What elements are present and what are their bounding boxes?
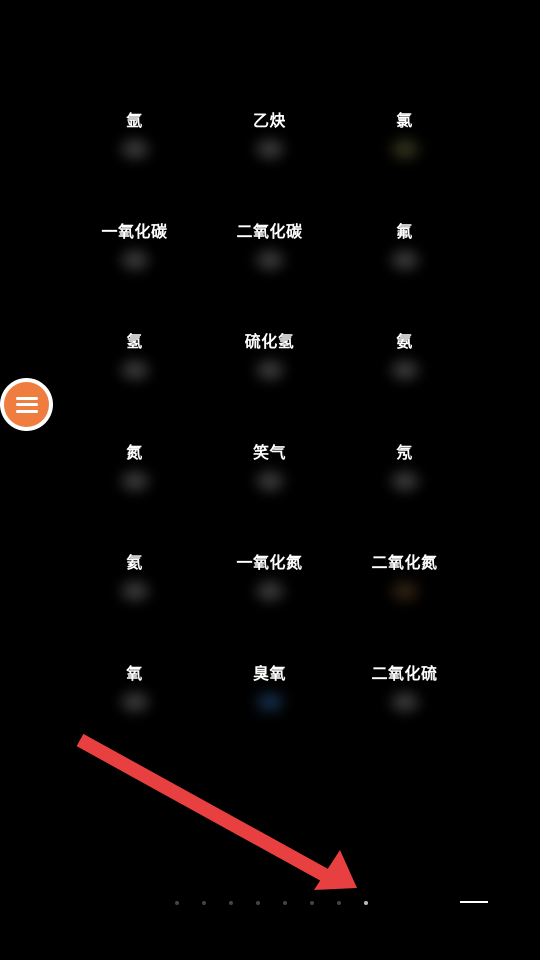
gas-item[interactable]: 乙炔: [202, 108, 337, 172]
gas-cloud-icon: [250, 576, 289, 606]
gas-cloud-icon: [250, 465, 289, 496]
gas-item[interactable]: 臭氧: [202, 661, 337, 725]
gas-label: 氮: [126, 442, 143, 462]
gas-item[interactable]: 笑气: [202, 440, 337, 504]
gas-cloud-icon: [385, 686, 424, 717]
gas-cloud-icon: [115, 465, 154, 496]
gas-item[interactable]: 氩: [67, 108, 202, 172]
page-dot[interactable]: [364, 900, 391, 906]
gas-item[interactable]: 二氧化氮: [337, 550, 472, 614]
gas-item[interactable]: 氦: [67, 550, 202, 614]
gas-label: 氨: [396, 332, 413, 351]
hamburger-menu-icon: [15, 396, 38, 413]
page-dot[interactable]: [175, 900, 202, 906]
page-indicator: [175, 900, 391, 906]
gas-item[interactable]: 氯: [337, 108, 472, 172]
gas-label: 笑气: [252, 442, 286, 462]
gas-item[interactable]: 氮: [67, 440, 202, 504]
gas-item[interactable]: 二氧化硫: [337, 661, 472, 725]
gas-item[interactable]: 一氧化氮: [202, 550, 337, 614]
gas-cloud-icon: [385, 134, 424, 164]
gas-label: 硫化氢: [244, 332, 295, 351]
gas-item[interactable]: 氢: [67, 329, 202, 393]
gas-label: 氖: [396, 442, 413, 462]
gas-cloud-icon: [115, 686, 154, 717]
gas-cloud-icon: [250, 686, 289, 717]
gas-label: 乙炔: [252, 111, 286, 130]
gas-cloud-icon: [385, 576, 424, 606]
page-dot[interactable]: [229, 900, 256, 906]
gas-label: 一氧化氮: [236, 553, 303, 572]
page-dot[interactable]: [256, 900, 283, 906]
gas-item[interactable]: 氧: [67, 661, 202, 725]
gas-label: 二氧化碳: [236, 221, 303, 241]
page-dot[interactable]: [310, 900, 337, 906]
gas-cloud-icon: [250, 355, 289, 385]
gas-cloud-icon: [385, 355, 424, 385]
gas-cloud-icon: [115, 355, 154, 385]
gas-item[interactable]: 氟: [337, 219, 472, 283]
gas-label: 臭氧: [252, 663, 286, 683]
gas-label: 氧: [126, 663, 143, 683]
gas-cloud-icon: [115, 134, 154, 164]
gas-item[interactable]: 二氧化碳: [202, 219, 337, 283]
page-dot[interactable]: [337, 900, 364, 906]
gas-label: 氩: [126, 111, 143, 130]
gas-label: 氢: [126, 332, 143, 351]
gas-item[interactable]: 氖: [337, 440, 472, 504]
gas-item[interactable]: 硫化氢: [202, 329, 337, 393]
gas-label: 氯: [396, 111, 413, 130]
gas-item[interactable]: 氨: [337, 329, 472, 393]
gas-cloud-icon: [385, 465, 424, 496]
menu-button-inner: [4, 382, 49, 427]
gas-cloud-icon: [115, 244, 154, 275]
gas-label: 氦: [126, 553, 143, 572]
gas-label: 氟: [396, 221, 413, 241]
gas-cloud-icon: [250, 244, 289, 275]
page-dot[interactable]: [202, 900, 229, 906]
page-dot[interactable]: [283, 900, 310, 906]
menu-button[interactable]: [0, 378, 53, 431]
gas-cloud-icon: [250, 134, 289, 164]
gas-cloud-icon: [115, 576, 154, 606]
gas-label: 一氧化碳: [101, 221, 168, 241]
gas-cloud-icon: [385, 244, 424, 275]
gas-label: 二氧化氮: [371, 553, 438, 572]
gas-item[interactable]: 一氧化碳: [67, 219, 202, 283]
home-bar-icon[interactable]: [460, 901, 488, 903]
gas-label: 二氧化硫: [371, 663, 438, 683]
gas-grid: 氩 乙炔 氯一氧化碳 二氧化碳 氟氢 硫化氢 氨氮 笑气 氖氦 一氧化氮 二氧化氮氧 臭氧 二氧化硫: [67, 108, 540, 724]
